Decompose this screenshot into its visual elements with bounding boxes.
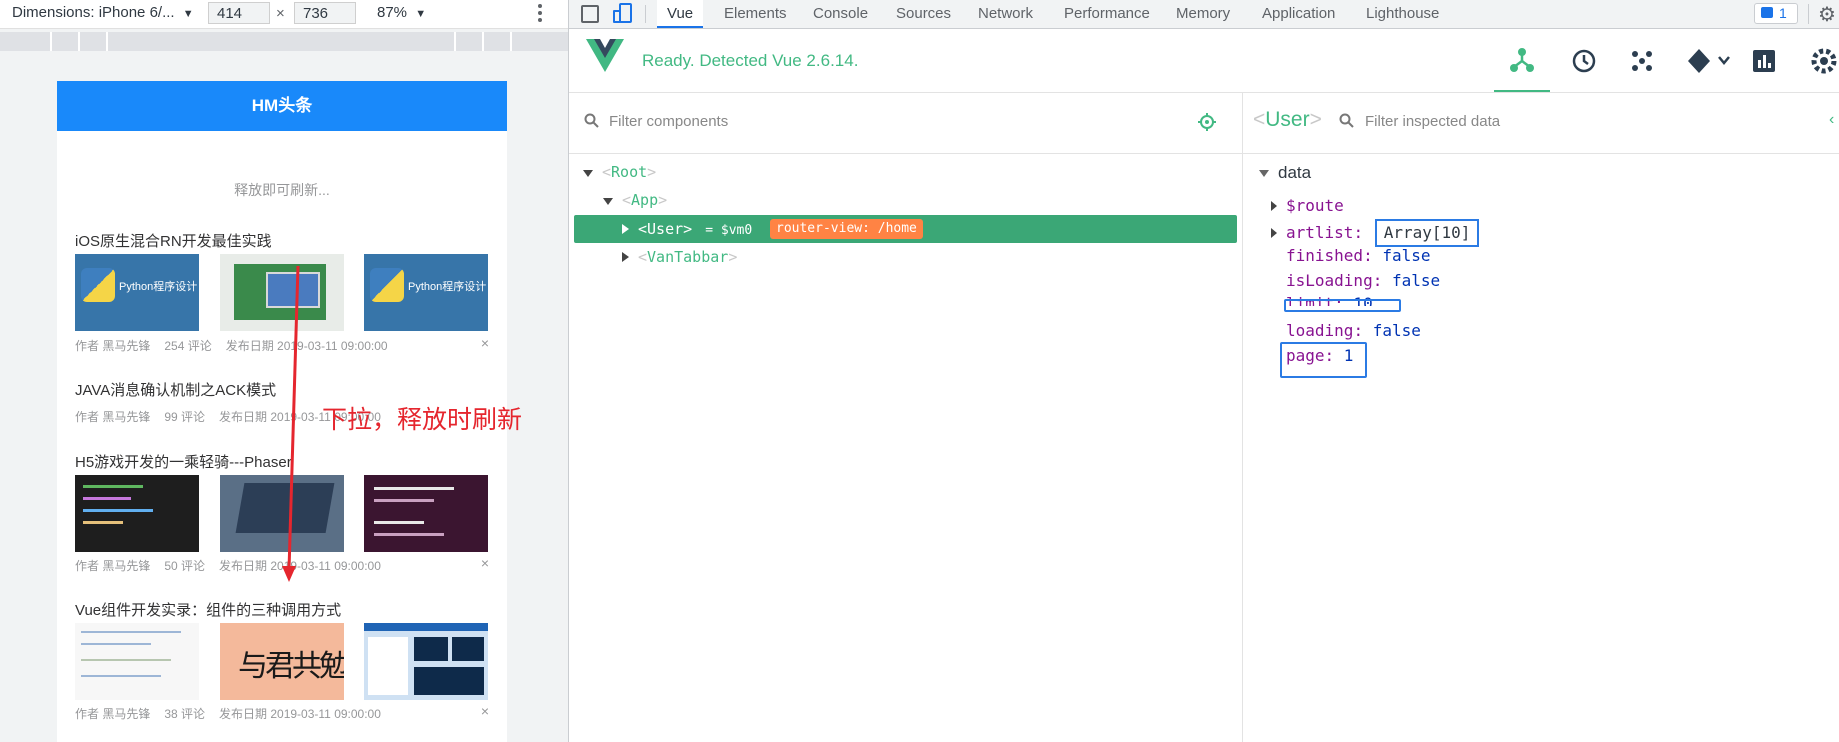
tree-node-user-selected[interactable]: <User> = $vm0 router-view: /home xyxy=(574,215,1237,243)
device-toggle-icon[interactable] xyxy=(613,3,633,25)
filter-inspected-data-input[interactable]: Filter inspected data xyxy=(1365,113,1500,130)
inspect-element-icon[interactable] xyxy=(581,5,599,23)
inspector-pane: <User> Filter inspected data ‹ data $rou… xyxy=(1243,93,1839,742)
filter-components-bar: Filter components xyxy=(569,93,1242,154)
search-icon xyxy=(1339,113,1354,128)
tab-performance[interactable]: Performance xyxy=(1064,0,1150,28)
vue-devtools-header: Ready. Detected Vue 2.6.14. xyxy=(569,29,1839,93)
settings-gear-icon[interactable]: ⚙ xyxy=(1818,2,1836,27)
annotation-arrow xyxy=(282,265,300,582)
inspected-component-name: <User> xyxy=(1253,108,1322,131)
tab-memory[interactable]: Memory xyxy=(1176,0,1230,28)
prop-route[interactable]: $route xyxy=(1271,194,1344,218)
expanded-arrow-icon xyxy=(1259,170,1269,178)
inspector-header: <User> Filter inspected data ‹ xyxy=(1243,93,1839,154)
components-pane: Filter components <Root> <App> <User> = … xyxy=(569,93,1243,742)
tree-node-label: User xyxy=(647,220,684,238)
expanded-arrow-icon xyxy=(583,170,593,177)
tree-node-label: VanTabbar xyxy=(647,248,729,266)
components-icon[interactable] xyxy=(1494,46,1550,92)
artlist-value: Array[10] xyxy=(1374,219,1480,247)
tab-sources[interactable]: Sources xyxy=(896,0,951,28)
message-icon xyxy=(1761,7,1773,18)
tab-lighthouse[interactable]: Lighthouse xyxy=(1366,0,1439,28)
vuex-icon[interactable] xyxy=(1627,46,1657,76)
device-emulator-pane: Dimensions: iPhone 6/... ▼ 414 × 736 87%… xyxy=(0,0,569,742)
page-highlight-box xyxy=(1280,342,1367,378)
limit-highlight-box xyxy=(1284,299,1401,312)
tab-elements[interactable]: Elements xyxy=(724,0,787,28)
tree-node-root[interactable]: <Root> xyxy=(583,158,656,186)
prop-artlist[interactable]: artlist: Array[10] xyxy=(1271,219,1480,247)
history-icon[interactable] xyxy=(1569,46,1599,76)
tree-node-label: App xyxy=(631,191,659,209)
tab-network[interactable]: Network xyxy=(978,0,1033,28)
data-section-header[interactable]: data xyxy=(1259,163,1311,183)
search-icon xyxy=(584,113,599,128)
select-component-target-icon[interactable] xyxy=(1197,112,1217,132)
filter-components-input[interactable]: Filter components xyxy=(609,113,728,130)
vm-reference: = $vm0 xyxy=(705,223,753,238)
collapse-chevron-icon[interactable]: ‹ xyxy=(1829,111,1834,129)
router-icon[interactable] xyxy=(1686,46,1736,76)
vue-status-text: Ready. Detected Vue 2.6.14. xyxy=(642,51,859,70)
annotation-text: 下拉，释放时刷新 xyxy=(322,405,523,434)
tab-console[interactable]: Console xyxy=(813,0,868,28)
devtools-panel: Vue Elements Console Sources Network Per… xyxy=(569,0,1839,742)
devtools-tabbar: Vue Elements Console Sources Network Per… xyxy=(569,0,1839,29)
performance-chart-icon[interactable] xyxy=(1749,46,1779,76)
collapsed-arrow-icon xyxy=(622,224,629,234)
settings-icon[interactable] xyxy=(1809,46,1839,76)
collapsed-arrow-icon xyxy=(1271,201,1277,211)
prop-isloading[interactable]: isLoading: false xyxy=(1286,269,1440,293)
message-count: 1 xyxy=(1779,5,1787,21)
tree-node-vantabbar[interactable]: <VanTabbar> xyxy=(622,243,737,271)
tree-node-app[interactable]: <App> xyxy=(603,186,667,214)
vue-logo-icon xyxy=(586,39,624,72)
tab-application[interactable]: Application xyxy=(1262,0,1335,28)
router-view-badge: router-view: /home xyxy=(770,219,923,239)
messages-badge[interactable]: 1 xyxy=(1754,3,1798,24)
prop-finished[interactable]: finished: false xyxy=(1286,244,1431,268)
expanded-arrow-icon xyxy=(603,198,613,205)
collapsed-arrow-icon xyxy=(622,252,629,262)
tree-node-label: Root xyxy=(611,163,648,181)
prop-loading[interactable]: loading: false xyxy=(1286,319,1421,343)
collapsed-arrow-icon xyxy=(1271,228,1277,238)
tab-vue[interactable]: Vue xyxy=(657,0,704,28)
